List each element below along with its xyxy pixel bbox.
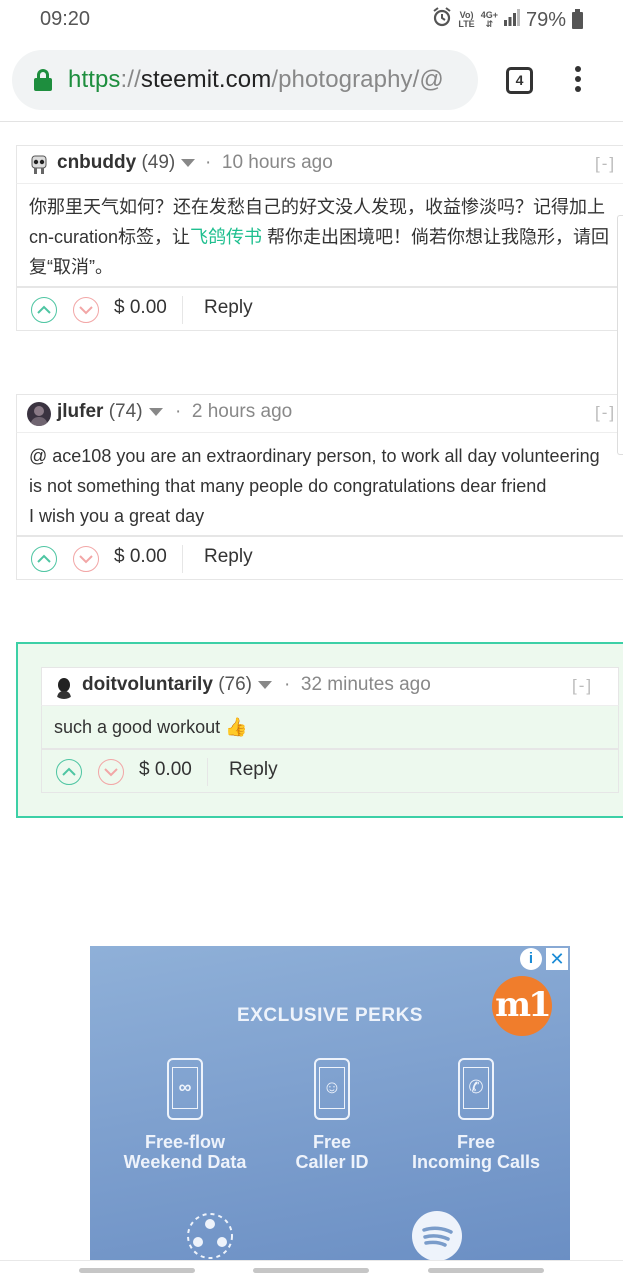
divider bbox=[207, 758, 208, 786]
perk-caller-id: ☺ Free Caller ID bbox=[257, 1058, 407, 1172]
battery-icon bbox=[572, 8, 583, 29]
downvote-icon[interactable] bbox=[98, 759, 124, 785]
tab-switcher-button[interactable]: 4 bbox=[506, 67, 533, 94]
comment-footer: $ 0.00 Reply bbox=[16, 287, 623, 331]
upvote-icon[interactable] bbox=[31, 546, 57, 572]
comment-time[interactable]: · 2 hours ago bbox=[175, 401, 292, 423]
phone-infinity-icon: ∞ bbox=[167, 1058, 203, 1120]
comment-body: 你那里天气如何？还在发愁自己的好文没人发现，收益惨淡吗？记得加上cn-curat… bbox=[16, 183, 623, 287]
data-arrows-icon: ⇵ bbox=[485, 19, 494, 29]
data-indicator: 4G+ ⇵ bbox=[480, 10, 498, 29]
address-bar[interactable]: https://steemit.com/photography/@ bbox=[12, 50, 478, 110]
nav-home-handle[interactable] bbox=[253, 1268, 369, 1273]
reply-button[interactable]: Reply bbox=[204, 546, 253, 568]
alarm-icon bbox=[432, 7, 452, 33]
payout-value[interactable]: $ 0.00 bbox=[114, 546, 167, 568]
scroll-indicator[interactable] bbox=[617, 215, 623, 455]
system-nav-bar bbox=[0, 1260, 623, 1280]
comment-footer: $ 0.00 Reply bbox=[16, 536, 623, 580]
nav-back-handle[interactable] bbox=[79, 1268, 195, 1273]
reply-button[interactable]: Reply bbox=[204, 297, 253, 319]
divider bbox=[182, 545, 183, 573]
payout-value[interactable]: $ 0.00 bbox=[139, 759, 192, 781]
comment-link[interactable]: 飞鸽传书 bbox=[190, 227, 262, 247]
collapse-toggle[interactable]: [-] bbox=[595, 154, 616, 174]
status-icons: Vo) LTE 4G+ ⇵ 79% bbox=[432, 7, 583, 33]
comment-body: @ ace108 you are an extraordinary person… bbox=[16, 432, 623, 536]
nav-recents-handle[interactable] bbox=[428, 1268, 544, 1273]
comment-footer: $ 0.00 Reply bbox=[41, 749, 619, 793]
avatar[interactable] bbox=[27, 402, 51, 426]
ad-title: EXCLUSIVE PERKS bbox=[237, 1005, 423, 1026]
payout-value[interactable]: $ 0.00 bbox=[114, 297, 167, 319]
divider bbox=[182, 296, 183, 324]
comment-cnbuddy: cnbuddy (49) · 10 hours ago [-] 你那里天气如何？… bbox=[16, 145, 623, 331]
overflow-menu-icon[interactable] bbox=[571, 66, 585, 96]
comment-time[interactable]: · 32 minutes ago bbox=[284, 674, 431, 696]
comment-doitvoluntarily: doitvoluntarily (76) · 32 minutes ago [-… bbox=[41, 667, 619, 793]
downvote-icon[interactable] bbox=[73, 546, 99, 572]
avatar[interactable] bbox=[27, 153, 51, 177]
comment-body: such a good workout 👍 bbox=[41, 705, 619, 749]
comment-header: cnbuddy (49) · 10 hours ago [-] bbox=[16, 145, 623, 183]
group-share-icon bbox=[184, 1210, 236, 1260]
upvote-icon[interactable] bbox=[31, 297, 57, 323]
comment-header: jlufer (74) · 2 hours ago [-] bbox=[16, 394, 623, 432]
collapse-toggle[interactable]: [-] bbox=[572, 676, 593, 696]
author-menu-caret-icon[interactable] bbox=[257, 680, 272, 689]
collapse-toggle[interactable]: [-] bbox=[595, 403, 616, 423]
ad-close-icon[interactable]: ✕ bbox=[546, 948, 568, 970]
perk-incoming-calls: ✆ Free Incoming Calls bbox=[401, 1058, 551, 1172]
author-menu-caret-icon[interactable] bbox=[148, 407, 163, 416]
perk-weekend-data: ∞ Free-flow Weekend Data bbox=[110, 1058, 260, 1172]
ad-info-icon[interactable]: i bbox=[520, 948, 542, 970]
signal-icon bbox=[503, 8, 520, 32]
comment-time[interactable]: · 10 hours ago bbox=[205, 152, 333, 174]
comment-author[interactable]: doitvoluntarily (76) bbox=[82, 674, 272, 696]
phone-call-icon: ✆ bbox=[458, 1058, 494, 1120]
reply-button[interactable]: Reply bbox=[229, 759, 278, 781]
upvote-icon[interactable] bbox=[56, 759, 82, 785]
status-bar: 09:20 Vo) LTE 4G+ ⇵ 79% bbox=[0, 0, 623, 40]
comment-author[interactable]: cnbuddy (49) bbox=[57, 152, 196, 174]
music-streaming-icon bbox=[411, 1210, 463, 1260]
advertisement-banner[interactable]: i ✕ m1 EXCLUSIVE PERKS ∞ Free-flow Weeke… bbox=[90, 946, 570, 1260]
phone-caller-icon: ☺ bbox=[314, 1058, 350, 1120]
status-time: 09:20 bbox=[40, 8, 91, 30]
browser-toolbar: https://steemit.com/photography/@ 4 bbox=[0, 40, 623, 122]
avatar[interactable] bbox=[52, 675, 76, 699]
url-text[interactable]: https://steemit.com/photography/@ bbox=[68, 66, 444, 94]
comment-author[interactable]: jlufer (74) bbox=[57, 401, 163, 423]
volte-indicator: Vo) LTE bbox=[458, 10, 475, 29]
downvote-icon[interactable] bbox=[73, 297, 99, 323]
comment-header: doitvoluntarily (76) · 32 minutes ago [-… bbox=[41, 667, 619, 705]
secure-lock-icon[interactable] bbox=[34, 69, 52, 91]
battery-percent: 79% bbox=[525, 8, 566, 31]
author-menu-caret-icon[interactable] bbox=[181, 158, 196, 167]
comment-jlufer: jlufer (74) · 2 hours ago [-] @ ace108 y… bbox=[16, 394, 623, 580]
